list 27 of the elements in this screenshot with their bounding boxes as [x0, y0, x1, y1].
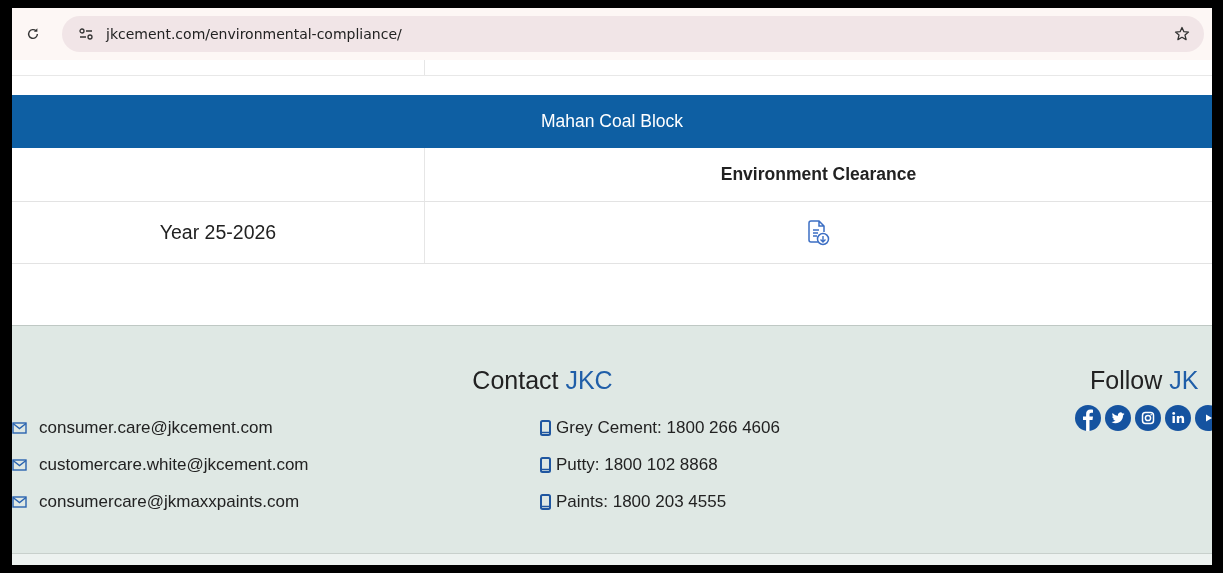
follow-heading: Follow JK: [1089, 366, 1199, 395]
mobile-phone-icon: [540, 420, 551, 436]
mail-icon: [12, 496, 27, 508]
bookmark-star-icon[interactable]: [1174, 26, 1190, 42]
email-link[interactable]: customercare.white@jkcement.com: [39, 455, 309, 475]
twitter-icon[interactable]: [1105, 405, 1131, 431]
phone-number: Paints: 1800 203 4555: [556, 492, 727, 512]
url-text: jkcement.com/environmental-compliance/: [106, 26, 402, 42]
instagram-icon[interactable]: [1135, 405, 1161, 431]
document-download-icon[interactable]: [807, 219, 830, 246]
table-cell: Year 25-2026: [159, 221, 277, 244]
mobile-phone-icon: [540, 457, 551, 473]
table-section-header: Mahan Coal Block: [12, 95, 1212, 148]
contact-heading: Contact JKC: [471, 366, 614, 395]
address-bar[interactable]: jkcement.com/environmental-compliance/: [62, 16, 1204, 52]
phone-number: Putty: 1800 102 8868: [556, 455, 718, 475]
mail-icon: [12, 422, 27, 434]
reload-icon[interactable]: [26, 27, 40, 41]
column-header: Environment Clearance: [720, 164, 917, 185]
mobile-phone-icon: [540, 494, 551, 510]
site-settings-icon[interactable]: [78, 27, 94, 41]
email-link[interactable]: consumercare@jkmaxxpaints.com: [39, 492, 300, 512]
mail-icon: [12, 459, 27, 471]
linkedin-icon[interactable]: [1165, 405, 1191, 431]
facebook-icon[interactable]: [1075, 405, 1101, 431]
phone-number: Grey Cement: 1800 266 4606: [556, 418, 780, 438]
email-link[interactable]: consumer.care@jkcement.com: [39, 418, 273, 438]
